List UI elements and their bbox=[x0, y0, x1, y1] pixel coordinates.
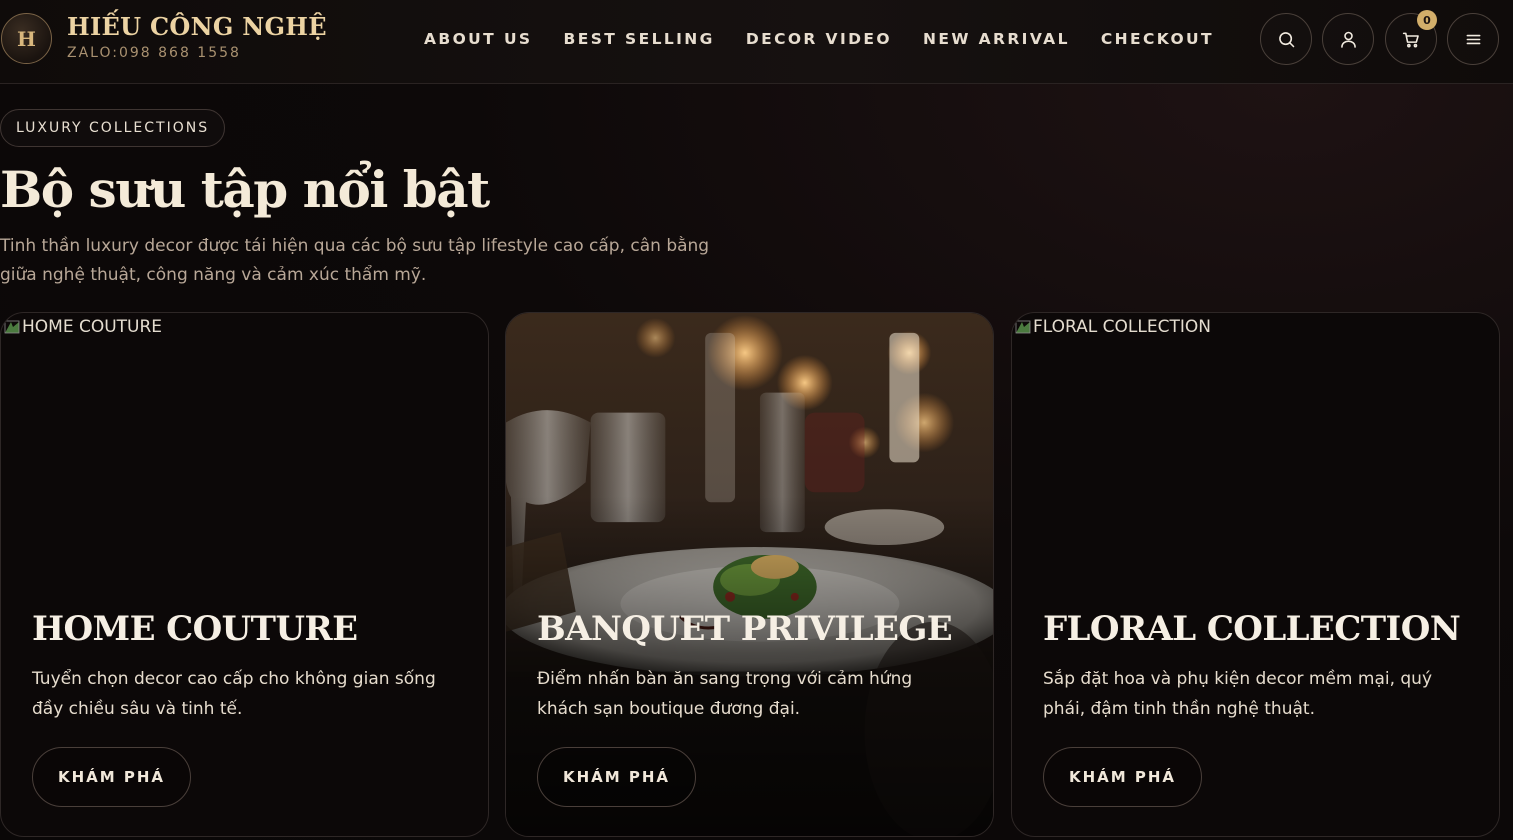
broken-image-icon bbox=[1015, 319, 1031, 335]
broken-image-placeholder: HOME COUTURE bbox=[4, 317, 162, 337]
nav-new-arrival[interactable]: NEW ARRIVAL bbox=[923, 30, 1070, 48]
search-icon bbox=[1278, 31, 1294, 47]
collection-card-home-couture[interactable]: HOME COUTURE HOME COUTURE Tuyển chọn dec… bbox=[0, 312, 489, 837]
cart-count-badge: 0 bbox=[1417, 10, 1437, 30]
section-eyebrow-badge: LUXURY COLLECTIONS bbox=[0, 109, 226, 147]
card-title: HOME COUTURE bbox=[32, 609, 358, 649]
section-title: Bộ sưu tập nổi bật bbox=[0, 160, 490, 219]
account-button[interactable] bbox=[1322, 13, 1374, 65]
logo-letter: H bbox=[17, 26, 36, 51]
collection-card-floral-collection[interactable]: FLORAL COLLECTION FLORAL COLLECTION Sắp … bbox=[1011, 312, 1500, 837]
image-alt-text: FLORAL COLLECTION bbox=[1033, 317, 1211, 337]
nav-decor-video[interactable]: DECOR VIDEO bbox=[746, 30, 892, 48]
card-description: Tuyển chọn decor cao cấp cho không gian … bbox=[32, 669, 436, 719]
search-button[interactable] bbox=[1260, 13, 1312, 65]
main-nav: ABOUT US BEST SELLING DECOR VIDEO NEW AR… bbox=[424, 30, 1214, 48]
section-description: Tinh thần luxury decor được tái hiện qua… bbox=[0, 236, 710, 285]
site-header: H HIẾU CÔNG NGHỆ ZALO:098 868 1558 ABOUT… bbox=[0, 0, 1513, 84]
card-title: BANQUET PRIVILEGE bbox=[537, 609, 953, 649]
card-title: FLORAL COLLECTION bbox=[1043, 609, 1461, 649]
nav-about-us[interactable]: ABOUT US bbox=[424, 30, 533, 48]
card-description: Sắp đặt hoa và phụ kiện decor mềm mại, q… bbox=[1043, 669, 1433, 719]
menu-icon bbox=[1466, 34, 1480, 44]
explore-button[interactable]: KHÁM PHÁ bbox=[32, 747, 191, 807]
brand-phone: ZALO:098 868 1558 bbox=[67, 45, 241, 61]
broken-image-placeholder: FLORAL COLLECTION bbox=[1015, 317, 1211, 337]
cart-button[interactable]: 0 bbox=[1385, 10, 1437, 65]
card-description: Điểm nhấn bàn ăn sang trọng với cảm hứng… bbox=[537, 669, 913, 719]
nav-checkout[interactable]: CHECKOUT bbox=[1101, 30, 1214, 48]
user-icon bbox=[1340, 31, 1356, 48]
cart-icon bbox=[1402, 32, 1419, 47]
nav-best-selling[interactable]: BEST SELLING bbox=[564, 30, 715, 48]
explore-button[interactable]: KHÁM PHÁ bbox=[1043, 747, 1202, 807]
explore-button[interactable]: KHÁM PHÁ bbox=[537, 747, 696, 807]
collection-card-banquet-privilege[interactable]: BANQUET PRIVILEGE Điểm nhấn bàn ăn sang … bbox=[505, 312, 994, 837]
image-alt-text: HOME COUTURE bbox=[22, 317, 163, 337]
logo-badge[interactable]: H bbox=[1, 13, 52, 64]
menu-button[interactable] bbox=[1447, 13, 1499, 65]
broken-image-icon bbox=[4, 319, 20, 335]
brand-name[interactable]: HIẾU CÔNG NGHỆ bbox=[67, 12, 327, 41]
